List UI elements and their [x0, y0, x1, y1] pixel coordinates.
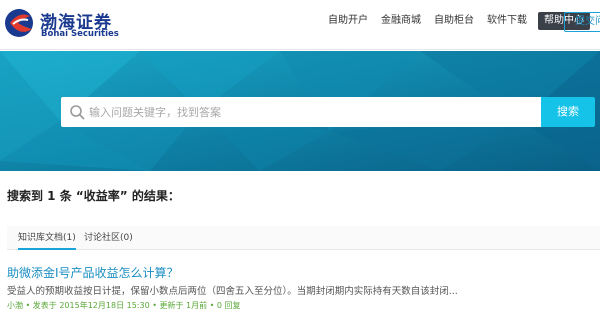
article-meta: 小渤 • 发表于 2015年12月18日 15:30 • 更新于 1月前 • 0…: [7, 301, 241, 310]
tab-knowledge-base[interactable]: 知识库文档(1): [18, 230, 76, 250]
article-summary: 受益人的预期收益按日计提，保留小数点后两位（四舍五入至分位）。当期封闭期内实际持…: [7, 286, 458, 297]
top-nav: 自助开户 金融商城 自助柜台 软件下载 帮助中心: [328, 12, 590, 30]
site-header: 渤海证券 Bohai Securities 自助开户 金融商城 自助柜台 软件下…: [0, 0, 600, 50]
submit-question-button[interactable]: 提交问: [564, 12, 600, 32]
article-title-link[interactable]: 助微添金I号产品收益怎么计算？: [7, 264, 179, 281]
search-bar: [61, 97, 541, 127]
search-input[interactable]: [89, 97, 529, 127]
nav-item-software-download[interactable]: 软件下载: [487, 12, 527, 30]
nav-item-financial-mall[interactable]: 金融商城: [381, 12, 421, 30]
nav-item-self-service-counter[interactable]: 自助柜台: [434, 12, 474, 30]
bohai-logo-icon: [5, 9, 33, 37]
brand-name-en: Bohai Securities: [41, 29, 119, 39]
search-button[interactable]: 搜索: [541, 97, 595, 127]
search-icon: [70, 105, 85, 120]
tab-discussion-community[interactable]: 讨论社区(0): [84, 230, 133, 243]
brand-logo[interactable]: 渤海证券 Bohai Securities: [4, 4, 144, 44]
search-result-heading: 搜索到 1 条 “收益率” 的结果：: [7, 189, 180, 203]
result-tabs: 知识库文档(1) 讨论社区(0): [7, 226, 600, 250]
nav-item-open-account[interactable]: 自助开户: [328, 12, 368, 30]
